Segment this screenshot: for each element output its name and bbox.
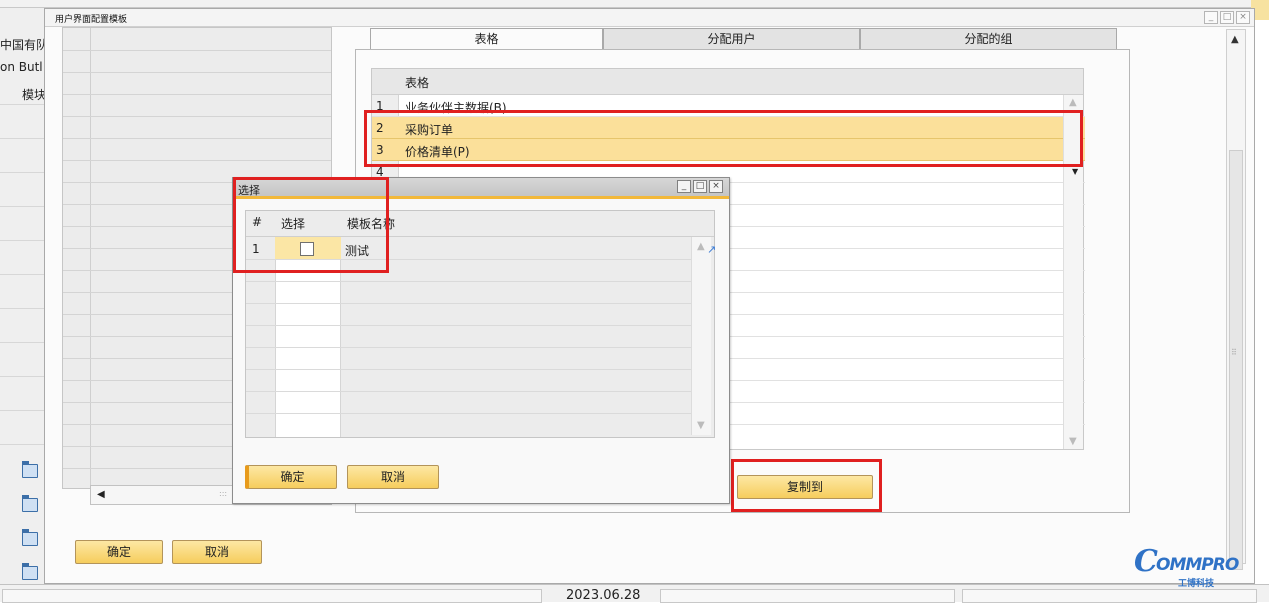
forms-table-header: 表格 (372, 69, 1083, 95)
scroll-down-icon[interactable]: ▼ (1069, 436, 1077, 447)
background-module-label: 模块 (22, 88, 47, 102)
background-app-titlebar (0, 0, 1269, 8)
background-company-text-2: on Butl (0, 60, 43, 74)
highlight-selected-rows (364, 110, 1083, 167)
expand-icon[interactable]: ↗ (707, 243, 716, 256)
window-titlebar: 用户界面配置模板 _ □ × (45, 9, 1254, 27)
maximize-button[interactable]: □ (1220, 11, 1234, 24)
scroll-thumb[interactable] (1229, 150, 1243, 570)
window-vertical-scrollbar[interactable]: ▲ ⠿ (1226, 29, 1246, 570)
highlight-copy-to-button (731, 459, 882, 512)
template-table-scrollbar[interactable]: ▲ ▼ (691, 237, 711, 435)
folder-icon[interactable] (22, 461, 38, 478)
highlight-dialog-checkbox (233, 177, 389, 273)
scroll-up-icon[interactable]: ▲ (1231, 34, 1239, 45)
scroll-grip-icon: ⠿ (1231, 348, 1237, 357)
background-company-text: 中国有队 (0, 38, 49, 52)
background-left-panel: 中国有队 on Butl 模块 (0, 8, 48, 584)
logo-initial: C (1134, 544, 1158, 579)
status-date: 2023.06.28 (566, 588, 641, 603)
minimize-button[interactable]: _ (1204, 11, 1218, 24)
scroll-down-icon[interactable]: ▼ (697, 420, 705, 431)
column-header-forms[interactable]: 表格 (405, 74, 429, 91)
folder-icon[interactable] (22, 563, 38, 580)
folder-icon[interactable] (22, 529, 38, 546)
tab-forms[interactable]: 表格 (370, 28, 603, 50)
window-title: 用户界面配置模板 (55, 15, 128, 25)
cancel-button[interactable]: 取消 (172, 540, 262, 564)
dialog-minimize-button[interactable]: _ (677, 180, 691, 193)
dialog-ok-button[interactable]: 确定 (245, 465, 337, 489)
logo-subtitle: 工博科技 (1178, 579, 1215, 589)
scroll-left-icon[interactable]: ◀ (97, 489, 105, 500)
commpro-logo: C OMMPRO 工博科技 (1134, 545, 1264, 590)
scroll-up-icon[interactable]: ▲ (697, 241, 705, 252)
close-button[interactable]: × (1236, 11, 1250, 24)
dialog-maximize-button[interactable]: □ (693, 180, 707, 193)
tab-assign-users[interactable]: 分配用户 (603, 28, 860, 50)
dropdown-arrow-icon[interactable]: ▼ (1072, 167, 1078, 176)
scroll-grip-icon: ::: (219, 489, 228, 498)
tab-assigned-groups[interactable]: 分配的组 (860, 28, 1117, 50)
status-bar: 2023.06.28 (0, 584, 1269, 603)
ok-button[interactable]: 确定 (75, 540, 163, 564)
dialog-close-button[interactable]: × (709, 180, 723, 193)
tab-bar: 表格 分配用户 分配的组 (370, 28, 1117, 50)
scroll-up-icon[interactable]: ▲ (1069, 97, 1077, 108)
dialog-cancel-button[interactable]: 取消 (347, 465, 439, 489)
folder-icon[interactable] (22, 495, 38, 512)
logo-brand: OMMPRO (1156, 555, 1239, 575)
